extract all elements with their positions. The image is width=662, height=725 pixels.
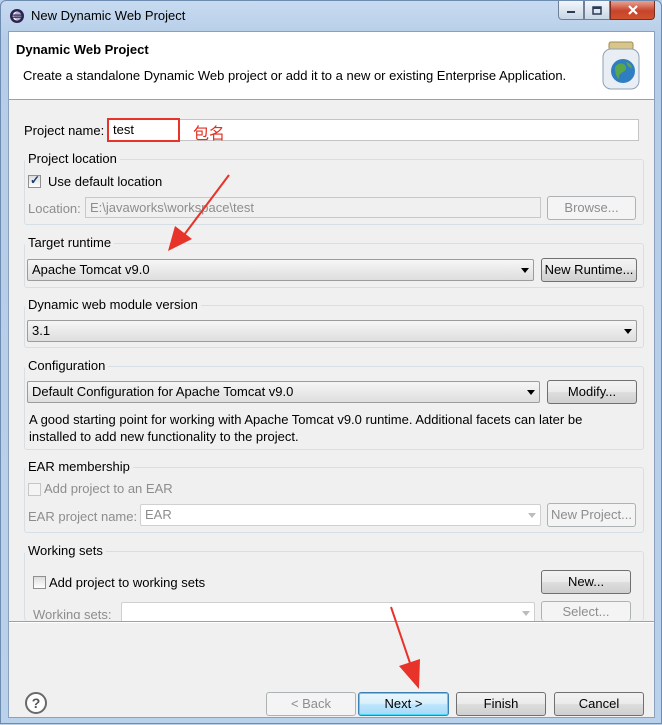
ear-project-name-select[interactable]: EAR [140,504,541,526]
close-icon [627,5,638,15]
chevron-down-icon [522,611,530,616]
wizard-banner: Dynamic Web Project Create a standalone … [9,32,654,100]
use-default-location-checkbox[interactable] [28,173,41,188]
configuration-description-line1: A good starting point for working with A… [29,412,583,427]
cancel-button[interactable]: Cancel [554,692,644,716]
ear-membership-title: EAR membership [25,459,133,474]
project-location-title: Project location [25,151,120,166]
browse-button[interactable]: Browse... [547,196,636,220]
chevron-down-icon [528,513,536,518]
target-runtime-value: Apache Tomcat v9.0 [32,262,150,277]
modify-button[interactable]: Modify... [547,380,637,404]
close-button[interactable] [610,1,655,20]
add-to-working-sets-label: Add project to working sets [49,575,206,590]
chevron-down-icon [521,268,529,273]
eclipse-icon [10,9,24,23]
module-version-title: Dynamic web module version [25,297,201,312]
window-title: New Dynamic Web Project [31,8,186,23]
configuration-title: Configuration [25,358,109,373]
web-project-jar-icon [602,41,640,90]
wizard-title: Dynamic Web Project [16,42,149,57]
content-clip-separator [9,621,654,623]
chevron-down-icon [527,390,535,395]
project-name-highlight-box [107,118,180,142]
working-sets-select[interactable] [121,602,535,621]
module-version-value: 3.1 [32,323,51,338]
ear-project-name-label: EAR project name: [28,509,138,524]
add-to-working-sets-checkbox[interactable] [33,576,46,589]
chevron-down-icon [624,329,632,334]
finish-button[interactable]: Finish [456,692,546,716]
minimize-icon [567,11,575,13]
configuration-description-line2: installed to add new functionality to th… [29,429,299,444]
working-sets-title: Working sets [25,543,106,558]
project-name-input[interactable]: test [108,119,639,141]
project-name-label: Project name: [24,123,105,138]
caption-buttons [558,1,655,21]
new-working-set-button[interactable]: New... [541,570,631,594]
new-runtime-button[interactable]: New Runtime... [541,258,637,282]
project-name-annotation: 包名 [193,126,226,143]
module-version-select[interactable]: 3.1 [27,320,637,342]
maximize-button[interactable] [584,1,610,20]
location-label: Location: [28,201,81,216]
maximize-icon [592,5,602,15]
configuration-select[interactable]: Default Configuration for Apache Tomcat … [27,381,540,403]
new-ear-project-button[interactable]: New Project... [547,503,636,527]
location-input[interactable]: E:\javaworks\workspace\test [85,197,541,218]
target-runtime-title: Target runtime [25,235,115,250]
add-to-ear-label: Add project to an EAR [44,481,173,496]
title-bar[interactable]: New Dynamic Web Project [1,1,661,31]
select-working-sets-button[interactable]: Select... [541,601,631,621]
help-icon[interactable]: ? [25,692,47,714]
dialog-window: New Dynamic Web Project Dynamic Web Proj… [0,0,662,724]
back-button[interactable]: < Back [266,692,356,716]
dialog-body: Dynamic Web Project Create a standalone … [8,31,655,718]
target-runtime-select[interactable]: Apache Tomcat v9.0 [27,259,534,281]
add-to-ear-checkbox[interactable] [28,483,41,496]
wizard-description: Create a standalone Dynamic Web project … [23,68,567,83]
next-button[interactable]: Next > [358,692,449,716]
configuration-value: Default Configuration for Apache Tomcat … [32,384,294,399]
ear-project-name-value: EAR [145,507,172,522]
minimize-button[interactable] [558,1,584,20]
use-default-location-label: Use default location [48,174,163,189]
working-sets-label: Working sets: [33,607,112,619]
